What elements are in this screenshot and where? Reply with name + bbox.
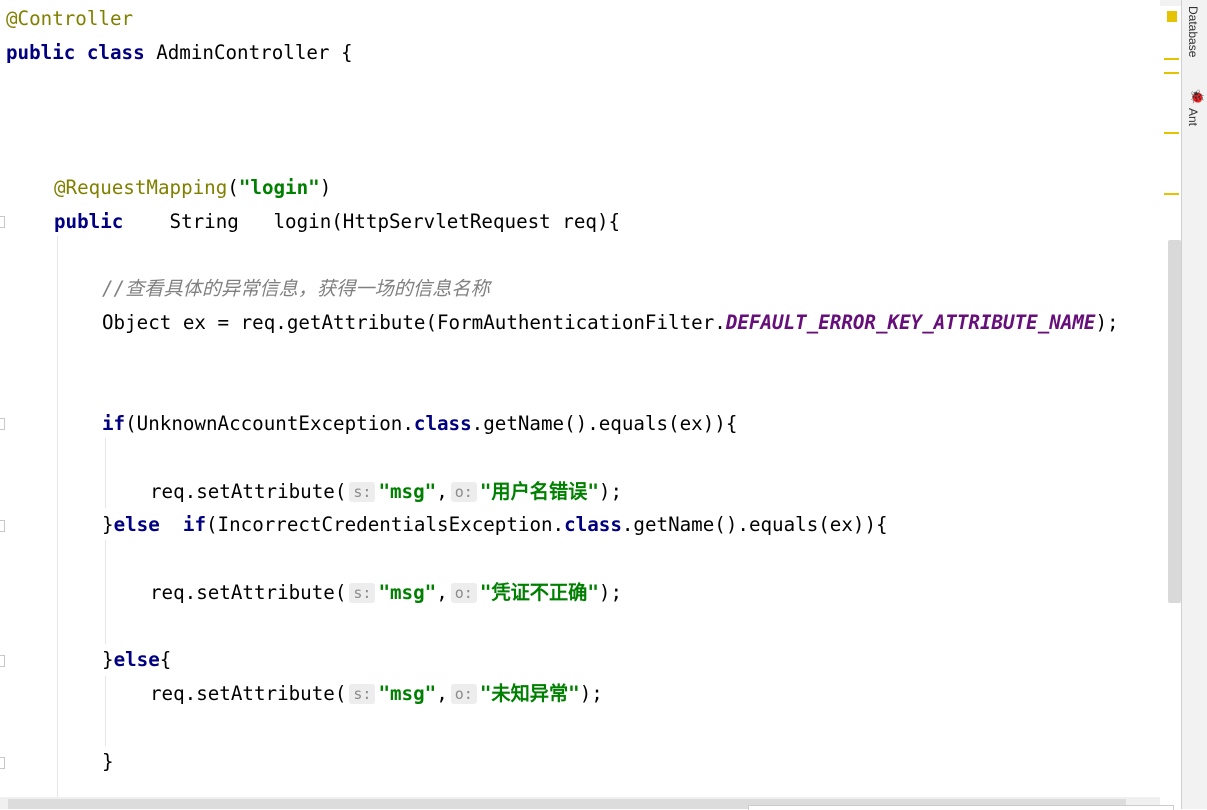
warning-marker[interactable] — [1164, 132, 1179, 134]
string-token: "未知异常" — [479, 682, 580, 705]
parameter-hint: o: — [450, 583, 477, 603]
parameter-hint: s: — [349, 684, 376, 704]
code-line[interactable]: //查看具体的异常信息，获得一场的信息名称 — [102, 276, 490, 302]
condition-token: .getName().equals(ex)){ — [471, 412, 738, 435]
database-tool-tab[interactable]: Database — [1186, 6, 1200, 57]
call-token: req.setAttribute( — [150, 480, 347, 503]
keyword-token: class — [413, 412, 472, 435]
code-line[interactable]: @RequestMapping("login") — [54, 175, 331, 201]
code-line[interactable]: }else if(IncorrectCredentialsException.c… — [102, 512, 888, 538]
condition-token: (IncorrectCredentialsException. — [206, 513, 565, 536]
brace-token: } — [102, 750, 114, 773]
string-token: "login" — [238, 176, 320, 199]
code-line[interactable]: public class AdminController { — [6, 40, 353, 66]
ant-tool-tab[interactable]: Ant — [1186, 108, 1200, 126]
keyword-token: public — [6, 41, 76, 64]
fold-marker[interactable] — [0, 216, 5, 228]
code-editor[interactable]: @Controller public class AdminController… — [0, 0, 1160, 797]
parameter-hint: o: — [450, 684, 477, 704]
warning-marker[interactable] — [1164, 193, 1179, 195]
statement-end-token: ); — [598, 581, 622, 604]
comma-token: , — [436, 581, 448, 604]
right-tool-panel: Database 🐞 Ant — [1181, 0, 1207, 809]
statement-token: Object ex = req.getAttribute(FormAuthent… — [102, 311, 726, 334]
indent-guide — [105, 438, 106, 508]
horizontal-scrollbar-thumb[interactable] — [748, 805, 1174, 810]
condition-token: .getName().equals(ex)){ — [621, 513, 888, 536]
string-token: "用户名错误" — [479, 480, 599, 503]
parameter-hint: s: — [349, 583, 376, 603]
keyword-token: public — [54, 210, 124, 233]
parameter-hint: o: — [450, 482, 477, 502]
parameter-hint: s: — [349, 482, 376, 502]
brace-token: { — [159, 648, 172, 671]
string-token: "凭证不正确" — [479, 581, 599, 604]
indent-guide — [57, 236, 58, 797]
code-line[interactable]: public String login(HttpServletRequest r… — [54, 209, 620, 235]
paren-token: ) — [319, 176, 332, 199]
fold-marker[interactable] — [0, 655, 5, 667]
code-line[interactable]: }else{ — [102, 647, 171, 673]
code-line[interactable]: req.setAttribute(s: "msg", o: "用户名错误"); — [150, 479, 622, 505]
paren-token: ( — [227, 176, 239, 199]
comment-token: //查看具体的异常信息，获得一场的信息名称 — [102, 277, 490, 300]
string-token: "msg" — [378, 581, 437, 604]
code-line[interactable]: req.setAttribute(s: "msg", o: "凭证不正确"); — [150, 580, 622, 606]
condition-token: (UnknownAccountException. — [125, 412, 414, 435]
indent-guide — [105, 540, 106, 644]
comma-token: , — [436, 682, 448, 705]
keyword-token: class — [86, 41, 145, 64]
keyword-token: if — [102, 412, 126, 435]
warning-marker[interactable] — [1164, 58, 1179, 60]
code-line[interactable]: Object ex = req.getAttribute(FormAuthent… — [102, 310, 1119, 336]
annotation-token: @RequestMapping — [54, 176, 228, 199]
static-field-token: DEFAULT_ERROR_KEY_ATTRIBUTE_NAME — [725, 311, 1096, 334]
indent-guide — [105, 676, 106, 746]
code-line[interactable]: if(UnknownAccountException.class.getName… — [102, 411, 737, 437]
keyword-token: else — [113, 513, 160, 536]
fold-marker[interactable] — [0, 520, 5, 532]
call-token: req.setAttribute( — [150, 581, 347, 604]
statement-end-token: ); — [1095, 311, 1119, 334]
string-token: "msg" — [378, 682, 437, 705]
keyword-token: else — [113, 648, 160, 671]
vertical-scrollbar[interactable] — [1168, 240, 1181, 603]
fold-marker[interactable] — [0, 418, 5, 430]
code-line[interactable]: } — [102, 749, 114, 775]
method-signature-token: String login(HttpServletRequest req){ — [123, 210, 621, 233]
keyword-token: if — [182, 513, 206, 536]
comma-token: , — [436, 480, 448, 503]
string-token: "msg" — [378, 480, 437, 503]
bug-icon[interactable]: 🐞 — [1189, 90, 1205, 105]
warning-marker[interactable] — [1164, 72, 1179, 74]
keyword-token: class — [564, 513, 622, 536]
fold-marker[interactable] — [0, 757, 5, 769]
code-line[interactable]: req.setAttribute(s: "msg", o: "未知异常"); — [150, 681, 603, 707]
inspection-status-icon[interactable] — [1167, 11, 1177, 22]
statement-end-token: ); — [598, 480, 622, 503]
code-line[interactable]: @Controller — [6, 6, 133, 32]
brace-token: } — [102, 513, 114, 536]
annotation-token: @Controller — [6, 7, 134, 30]
brace-token: } — [102, 648, 114, 671]
class-name-token: AdminController { — [144, 41, 353, 64]
call-token: req.setAttribute( — [150, 682, 347, 705]
statement-end-token: ); — [579, 682, 603, 705]
